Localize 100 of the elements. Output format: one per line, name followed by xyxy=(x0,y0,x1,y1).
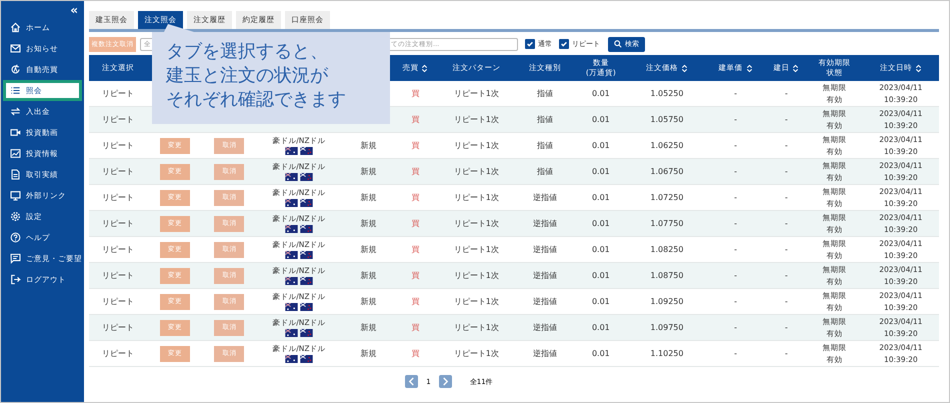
flag-icon xyxy=(300,355,313,363)
table-cell: リピート xyxy=(102,271,134,280)
flag-icon xyxy=(300,277,313,285)
table-cell: - xyxy=(734,349,737,358)
mail-icon xyxy=(10,43,21,54)
table-cell: 新規 xyxy=(360,297,377,306)
table-cell: 1.07250 xyxy=(650,193,684,202)
table-cell: 買 xyxy=(411,219,420,228)
table-cell: リピート1次 xyxy=(454,349,499,358)
table-cell: リピート xyxy=(102,297,134,306)
previous-page-button[interactable] xyxy=(405,375,418,388)
table-cell: 買 xyxy=(411,245,420,254)
comment-icon xyxy=(10,253,21,264)
table-cell: - xyxy=(784,167,788,176)
table-cell: - xyxy=(734,297,737,306)
doc-icon xyxy=(10,169,21,180)
checkbox[interactable] xyxy=(559,39,569,49)
table-cell: 指値 xyxy=(536,115,553,124)
table-cell: リピート1次 xyxy=(454,323,499,332)
checkbox[interactable] xyxy=(525,39,535,49)
table-cell: 買 xyxy=(411,271,420,280)
table-cell: 新規 xyxy=(360,323,377,332)
table-cell: 1.07750 xyxy=(650,219,684,228)
table-cell: 0.01 xyxy=(592,167,610,176)
table-cell: - xyxy=(784,297,788,306)
table-cell: リピート xyxy=(102,167,134,176)
table-cell: 新規 xyxy=(360,167,377,176)
table-cell: リピート1次 xyxy=(454,167,499,176)
table-cell: 逆指値 xyxy=(532,271,557,280)
table-cell: 買 xyxy=(411,141,420,150)
table-cell: - xyxy=(734,271,737,280)
flag-icon xyxy=(284,329,298,337)
table-cell: 買 xyxy=(411,297,420,306)
table-cell: 1.06750 xyxy=(650,167,684,176)
help-icon xyxy=(10,232,21,243)
table-cell: - xyxy=(734,193,737,202)
collapse-icon[interactable]: « xyxy=(70,4,78,17)
flag-icon xyxy=(300,225,313,233)
flag-icon xyxy=(284,147,298,155)
table-cell: 新規 xyxy=(360,349,377,358)
table-cell: - xyxy=(784,323,788,332)
flag-icon xyxy=(300,251,313,259)
table-cell: 0.01 xyxy=(592,141,610,150)
table-cell: 逆指値 xyxy=(532,219,557,228)
transfer-icon xyxy=(10,106,21,117)
table-cell: リピート xyxy=(102,89,134,98)
table-cell: 逆指値 xyxy=(532,193,557,202)
table-cell: 買 xyxy=(411,167,420,176)
table-cell: 0.01 xyxy=(592,349,610,358)
sort-icon[interactable] xyxy=(792,64,800,72)
table-cell: - xyxy=(734,89,737,98)
table-cell: リピート1次 xyxy=(454,115,499,124)
gear-icon xyxy=(10,211,21,222)
table-cell: 0.01 xyxy=(592,193,610,202)
table-cell: リピート1次 xyxy=(454,271,499,280)
next-page-button[interactable] xyxy=(438,375,452,388)
table-cell: リピート1次 xyxy=(454,89,499,98)
flag-icon xyxy=(300,173,313,181)
callout-text: それぞれ確認できます xyxy=(166,88,347,112)
list-icon xyxy=(10,85,21,96)
table-cell: リピート1次 xyxy=(454,245,499,254)
sort-icon[interactable] xyxy=(680,64,688,72)
flag-icon xyxy=(284,251,298,259)
table-cell: 1.09250 xyxy=(650,297,684,306)
table-cell: - xyxy=(784,271,788,280)
monitor-icon xyxy=(10,190,21,201)
auto-icon xyxy=(10,64,21,75)
flag-icon xyxy=(284,199,298,207)
table-cell: - xyxy=(734,219,737,228)
table-cell: リピート xyxy=(102,193,134,202)
table-cell: 0.01 xyxy=(592,271,610,280)
table-cell: 0.01 xyxy=(592,89,610,98)
table-cell: 1.10250 xyxy=(650,349,684,358)
table-cell: リピート xyxy=(102,245,134,254)
flag-icon xyxy=(284,277,298,285)
flag-icon xyxy=(284,225,298,233)
table-cell: 0.01 xyxy=(592,219,610,228)
sort-icon[interactable] xyxy=(746,64,753,72)
flag-icon xyxy=(300,303,313,311)
table-cell: - xyxy=(734,141,737,150)
chevron-left-icon xyxy=(408,377,416,386)
home-icon xyxy=(10,22,21,33)
table-cell: 逆指値 xyxy=(532,349,557,358)
callout-text: 建玉と注文の状況が xyxy=(166,64,330,88)
table-cell: 指値 xyxy=(536,167,553,176)
table-cell: リピート1次 xyxy=(454,297,499,306)
flag-icon xyxy=(300,199,313,207)
flag-icon xyxy=(284,355,298,363)
video-icon xyxy=(10,127,21,138)
sort-icon[interactable] xyxy=(421,64,428,72)
table-cell: 新規 xyxy=(360,141,377,150)
sort-icon[interactable] xyxy=(914,64,922,72)
table-cell: - xyxy=(734,245,737,254)
table-cell: 1.08250 xyxy=(650,245,684,254)
table-cell: リピート xyxy=(102,115,134,124)
table-cell: リピート xyxy=(102,141,134,150)
table-cell: リピート1次 xyxy=(454,219,499,228)
table-cell: 1.05250 xyxy=(650,89,684,98)
table-cell: - xyxy=(784,245,788,254)
chart-icon xyxy=(10,148,21,159)
